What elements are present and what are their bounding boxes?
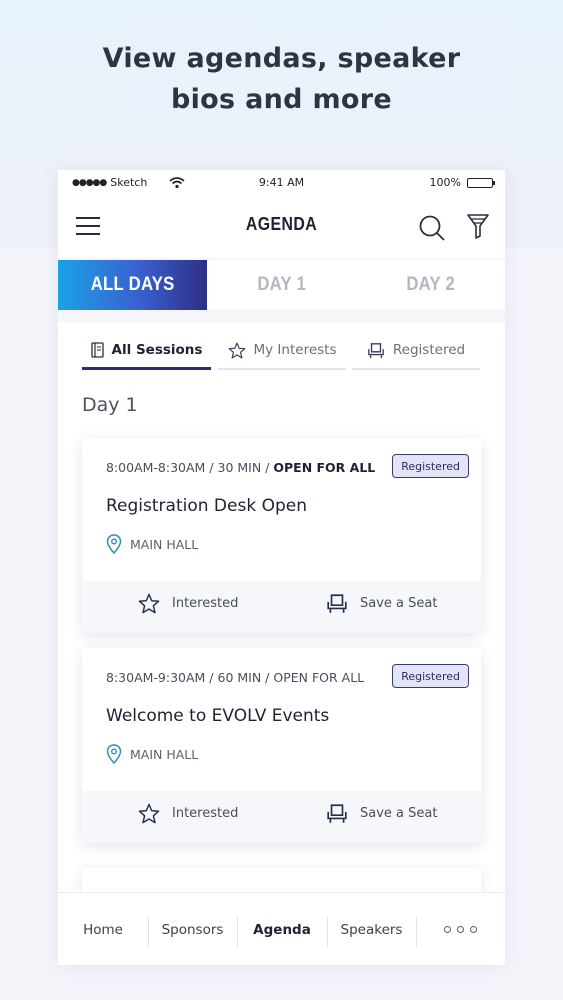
interested-button[interactable]: Interested xyxy=(138,803,238,824)
book-icon xyxy=(90,342,104,358)
location-label: MAIN HALL xyxy=(130,536,199,552)
card-actions: Interested Save a Seat xyxy=(82,791,481,843)
bottom-nav-label: Home xyxy=(83,921,123,938)
bottom-nav-home[interactable]: Home xyxy=(58,893,148,965)
search-icon[interactable] xyxy=(418,214,446,242)
battery-icon xyxy=(467,177,495,188)
marketing-headline: View agendas, speaker bios and more xyxy=(0,38,563,120)
battery-percent: 100% xyxy=(429,176,461,189)
filter-icon[interactable] xyxy=(466,212,490,240)
session-card-peek[interactable] xyxy=(82,868,481,892)
status-bar: ●●●●● Sketch 9:41 AM 100% xyxy=(58,170,505,196)
interested-label: Interested xyxy=(172,806,239,821)
nav-bar: AGENDA xyxy=(58,196,505,258)
bottom-nav-label: Agenda xyxy=(253,921,311,938)
bottom-nav-speakers[interactable]: Speakers xyxy=(327,893,416,965)
star-icon xyxy=(138,803,160,824)
subtab-label: Registered xyxy=(392,342,466,358)
session-access: OPEN FOR ALL xyxy=(273,670,365,685)
session-filter-tabs: All Sessions My Interests Registered xyxy=(58,322,505,382)
bottom-nav-sponsors[interactable]: Sponsors xyxy=(148,893,237,965)
tab-day-2[interactable]: DAY 2 xyxy=(356,260,505,310)
seat-icon xyxy=(368,342,384,358)
save-seat-label: Save a Seat xyxy=(360,806,438,821)
card-actions: Interested Save a Seat xyxy=(82,581,481,633)
seat-icon xyxy=(327,594,347,613)
interested-button[interactable]: Interested xyxy=(138,593,238,614)
star-icon xyxy=(228,342,245,358)
subtab-my-interests[interactable]: My Interests xyxy=(218,332,346,370)
registered-badge: Registered xyxy=(392,454,469,478)
session-access: OPEN FOR ALL xyxy=(273,460,376,475)
day-heading: Day 1 xyxy=(82,394,138,416)
interested-label: Interested xyxy=(172,596,239,611)
session-meta: 8:30AM-9:30AM / 60 MIN / OPEN FOR ALL xyxy=(106,670,365,685)
session-time: 8:00AM-8:30AM xyxy=(106,460,206,475)
save-seat-label: Save a Seat xyxy=(360,596,438,611)
session-location: MAIN HALL xyxy=(106,744,198,764)
more-dots-icon xyxy=(444,926,477,933)
headline-line-1: View agendas, speaker xyxy=(102,43,461,74)
save-seat-button[interactable]: Save a Seat xyxy=(326,803,437,824)
bottom-nav-label: Sponsors xyxy=(161,921,224,938)
tab-label: DAY 2 xyxy=(406,274,455,295)
session-duration: 60 MIN xyxy=(217,670,262,685)
location-pin-icon xyxy=(106,534,122,554)
session-title: Registration Desk Open xyxy=(106,496,307,516)
location-label: MAIN HALL xyxy=(130,746,199,762)
session-duration: 30 MIN xyxy=(217,460,262,475)
session-meta: 8:00AM-8:30AM / 30 MIN / OPEN FOR ALL xyxy=(106,460,376,475)
tab-day-1[interactable]: DAY 1 xyxy=(207,260,356,310)
session-location: MAIN HALL xyxy=(106,534,198,554)
session-card[interactable]: 8:30AM-9:30AM / 60 MIN / OPEN FOR ALL Re… xyxy=(82,648,481,843)
bottom-nav-label: Speakers xyxy=(340,921,403,938)
more-button[interactable] xyxy=(416,893,505,965)
registered-badge: Registered xyxy=(392,664,469,688)
subtab-label: All Sessions xyxy=(111,342,203,358)
subtab-all-sessions[interactable]: All Sessions xyxy=(82,332,211,370)
tab-label: DAY 1 xyxy=(257,274,306,295)
phone-screen: ●●●●● Sketch 9:41 AM 100% AGENDA ALL DAY… xyxy=(58,170,505,965)
subtab-registered[interactable]: Registered xyxy=(352,332,480,370)
headline-line-2: bios and more xyxy=(171,84,392,115)
tab-label: ALL DAYS xyxy=(90,274,175,295)
session-title: Welcome to EVOLV Events xyxy=(106,706,330,726)
save-seat-button[interactable]: Save a Seat xyxy=(326,593,437,614)
seat-icon xyxy=(327,804,347,823)
location-pin-icon xyxy=(106,744,122,764)
session-time: 8:30AM-9:30AM xyxy=(106,670,206,685)
session-list: Day 1 8:00AM-8:30AM / 30 MIN / OPEN FOR … xyxy=(58,382,505,892)
tab-all-days[interactable]: ALL DAYS xyxy=(58,260,207,310)
bottom-nav: Home Sponsors Agenda Speakers xyxy=(58,892,505,965)
star-icon xyxy=(138,593,160,614)
subtab-label: My Interests xyxy=(253,342,337,358)
bottom-nav-agenda[interactable]: Agenda xyxy=(237,893,327,965)
session-card[interactable]: 8:00AM-8:30AM / 30 MIN / OPEN FOR ALL Re… xyxy=(82,438,481,633)
day-tabs: ALL DAYS DAY 1 DAY 2 xyxy=(58,260,505,310)
